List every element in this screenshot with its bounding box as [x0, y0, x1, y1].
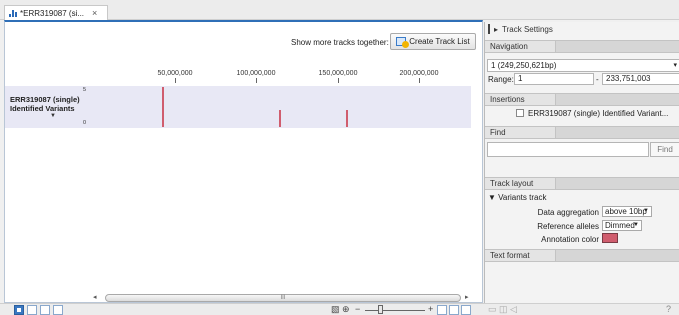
track-list-icon — [396, 37, 410, 48]
ruler-tick — [338, 78, 339, 83]
zoom-slider-track[interactable] — [365, 310, 425, 311]
zoom-out-icon[interactable]: − — [355, 304, 360, 315]
insertions-section-header[interactable]: Insertions — [485, 93, 679, 106]
close-tab-icon[interactable]: × — [92, 8, 97, 18]
find-input[interactable] — [487, 142, 649, 157]
chevron-down-icon: ▾ — [673, 62, 677, 69]
scroll-right-icon[interactable]: ▸ — [465, 293, 469, 301]
table-view-icon[interactable] — [27, 305, 37, 315]
track-view-icon[interactable] — [14, 305, 24, 315]
track-view: Show more tracks together: Create Track … — [4, 20, 483, 303]
ruler-tick — [256, 78, 257, 83]
data-aggregation-label: Data aggregation — [537, 208, 599, 217]
ruler-label: 50,000,000 — [157, 70, 193, 77]
range-label: Range: — [488, 75, 514, 84]
create-track-list-button[interactable]: Create Track List — [390, 33, 476, 50]
variant-track[interactable]: ERR319087 (single) Identified Variants ▼… — [5, 86, 471, 128]
fit-selection-icon[interactable] — [449, 305, 459, 315]
chromosome-select[interactable]: 1 (249,250,621bp) ▾ — [487, 59, 679, 72]
zoom-in-icon[interactable]: + — [428, 304, 433, 315]
chevron-down-icon: ▼ — [643, 208, 649, 214]
graph-view-icon[interactable] — [40, 305, 50, 315]
track-layout-section-header[interactable]: Track layout — [485, 177, 679, 190]
horizontal-scrollbar[interactable]: ◂ III ▸ — [93, 293, 471, 302]
ruler-label: 100,000,000 — [236, 70, 276, 77]
ruler-label: 200,000,000 — [399, 70, 439, 77]
side-panel-tools-icon[interactable]: ▭ ◫ ◁ — [488, 304, 517, 315]
chevron-down-icon: ▼ — [633, 222, 639, 228]
panel-expand-arrow-icon[interactable]: ▸ — [494, 25, 498, 34]
panel-header[interactable]: ▸ Track Settings — [485, 22, 679, 36]
show-more-tracks-label: Show more tracks together: — [291, 38, 389, 47]
find-section-header[interactable]: Find — [485, 126, 679, 139]
y-axis-max: 5 — [83, 87, 87, 93]
variant-bar[interactable] — [279, 110, 281, 127]
ruler-tick — [175, 78, 176, 83]
track-name-line1: ERR319087 (single) — [10, 95, 80, 104]
text-format-section-header[interactable]: Text format — [485, 249, 679, 262]
tab-title: *ERR319087 (si... — [20, 8, 85, 18]
track-name: ERR319087 (single) Identified Variants — [10, 95, 80, 113]
scroll-thumb[interactable]: III — [105, 294, 461, 302]
data-aggregation-select[interactable]: above 10bp ▼ — [602, 206, 652, 217]
variant-bar[interactable] — [346, 110, 348, 127]
insertions-track-label: ERR319087 (single) Identified Variant... — [528, 109, 669, 118]
ruler-label: 150,000,000 — [318, 70, 358, 77]
navigation-section-header[interactable]: Navigation — [485, 40, 679, 53]
create-track-list-label: Create Track List — [409, 37, 470, 46]
collapse-arrow-icon[interactable]: ▼ — [50, 113, 56, 119]
find-button[interactable]: Find — [650, 142, 679, 157]
selection-mode-icon[interactable]: ▧ — [331, 304, 340, 315]
ruler-tick — [419, 78, 420, 83]
insertions-checkbox[interactable] — [516, 109, 524, 117]
history-view-icon[interactable] — [53, 305, 63, 315]
editor-tab-bar: *ERR319087 (si... × — [0, 0, 679, 20]
y-axis-min: 0 — [83, 120, 87, 126]
annotation-color-swatch[interactable] — [602, 233, 618, 243]
zoom-icon[interactable]: ⊕ — [342, 304, 350, 315]
reference-alleles-select[interactable]: Dimmed ▼ — [602, 220, 642, 231]
zoom-100-icon[interactable] — [461, 305, 471, 315]
variant-bar[interactable] — [162, 87, 164, 127]
annotation-color-label: Annotation color — [541, 235, 599, 244]
bottom-toolbar: ▧ ⊕ − + ▭ ◫ ◁ ? — [0, 303, 679, 315]
range-from-input[interactable]: 1 — [514, 73, 594, 85]
help-icon[interactable]: ? — [666, 304, 671, 315]
range-to-input[interactable]: 233,751,003 — [602, 73, 679, 85]
track-name-line2: Identified Variants — [10, 104, 75, 113]
variants-track-toggle[interactable]: ▼ Variants track — [488, 193, 546, 202]
reference-alleles-label: Reference alleles — [537, 222, 599, 231]
panel-title: Track Settings — [502, 24, 553, 34]
panel-collapse-icon[interactable] — [488, 24, 490, 34]
track-icon — [9, 9, 17, 17]
fit-width-icon[interactable] — [437, 305, 447, 315]
zoom-slider-knob[interactable] — [378, 305, 383, 314]
editor-tab[interactable]: *ERR319087 (si... × — [4, 5, 108, 20]
range-separator: - — [596, 75, 599, 84]
scroll-left-icon[interactable]: ◂ — [93, 293, 97, 301]
track-settings-panel: ▸ Track Settings Navigation 1 (249,250,6… — [484, 22, 679, 303]
